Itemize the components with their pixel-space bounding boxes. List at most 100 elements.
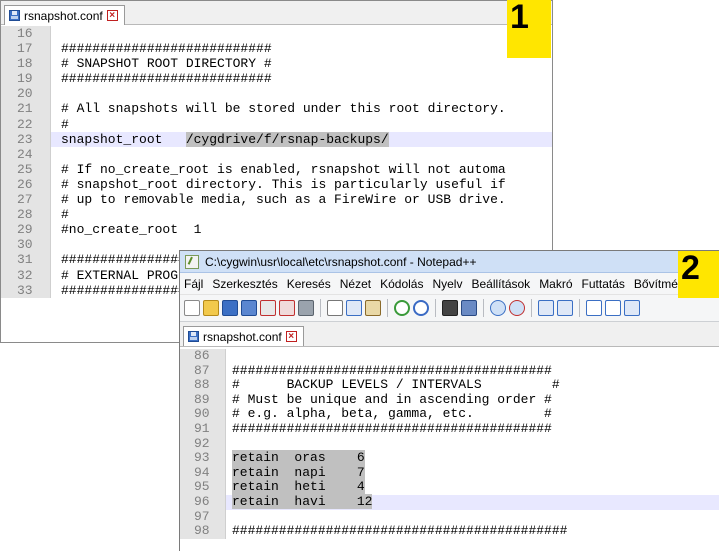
code-line[interactable]: 88 # BACKUP LEVELS / INTERVALS # xyxy=(180,378,719,393)
menu-bar: Fájl Szerkesztés Keresés Nézet Kódolás Nyelv B… xyxy=(180,273,719,295)
line-number: 32 xyxy=(1,267,51,283)
close-icon[interactable] xyxy=(260,300,276,316)
code-line[interactable]: 19 ########################### xyxy=(1,71,552,87)
menu-item[interactable]: Beállítások xyxy=(471,277,530,291)
line-text xyxy=(51,86,552,101)
zoom-in-icon[interactable] xyxy=(490,300,506,316)
save-icon xyxy=(9,10,20,21)
code-line[interactable]: 94 retain napi 7 xyxy=(180,464,719,481)
close-all-icon[interactable] xyxy=(279,300,295,316)
close-tab-icon[interactable]: × xyxy=(285,331,297,342)
menu-item[interactable]: Futtatás xyxy=(582,277,625,291)
line-text: # Must be unique and in ascending order … xyxy=(232,391,552,407)
indent-guide-icon[interactable] xyxy=(624,300,640,316)
menu-item[interactable]: Nézet xyxy=(340,277,371,291)
code-line[interactable]: 27 # up to removable media, such as a Fir… xyxy=(1,192,552,208)
toolbar-separator xyxy=(320,299,321,317)
replace-icon[interactable] xyxy=(461,300,477,316)
menu-item[interactable]: Makró xyxy=(539,277,572,291)
code-line[interactable]: 95 retain heti 4 xyxy=(180,479,719,495)
menu-item[interactable]: Kódolás xyxy=(380,277,423,291)
close-tab-icon[interactable]: × xyxy=(106,10,118,21)
line-number: 21 xyxy=(1,101,51,117)
code-line[interactable]: 28 # xyxy=(1,207,552,223)
tab-label: rsnapshot.conf xyxy=(24,8,103,23)
code-line[interactable]: 26 # snapshot_root directory. This is par… xyxy=(1,176,552,193)
menu-item[interactable]: Fájl xyxy=(184,277,203,291)
line-number: 93 xyxy=(180,451,226,466)
save-all-icon[interactable] xyxy=(241,300,257,316)
toolbar-separator xyxy=(387,299,388,317)
new-file-icon[interactable] xyxy=(184,300,200,316)
code-line[interactable]: 87 ######################################… xyxy=(180,363,719,379)
find-icon[interactable] xyxy=(442,300,458,316)
code-line[interactable]: 97 xyxy=(180,509,719,525)
save-icon[interactable] xyxy=(222,300,238,316)
code-line[interactable]: 90 # e.g. alpha, beta, gamma, etc. # xyxy=(180,407,719,422)
notepadpp-app-icon xyxy=(185,254,199,269)
line-number: 24 xyxy=(1,146,51,162)
line-number: 20 xyxy=(1,86,51,102)
code-line[interactable]: 23 snapshot_root /cygdrive/f/rsnap-backup… xyxy=(1,131,552,147)
line-number: 95 xyxy=(180,480,226,495)
paste-icon[interactable] xyxy=(365,300,381,316)
code-line[interactable]: 86 xyxy=(180,348,719,364)
tab-rsnapshot-conf[interactable]: rsnapshot.conf × xyxy=(4,5,125,25)
line-number: 28 xyxy=(1,207,51,223)
tab-strip: rsnapshot.conf × xyxy=(1,1,552,25)
sync-horizontal-scroll-icon[interactable] xyxy=(557,300,573,316)
line-text: ########################################… xyxy=(232,523,568,539)
word-wrap-icon[interactable] xyxy=(586,300,602,316)
badge-number: 2 xyxy=(681,249,700,287)
line-number: 27 xyxy=(1,192,51,208)
line-text-segment: snapshot_root xyxy=(61,131,186,147)
line-number: 96 xyxy=(180,494,226,510)
copy-icon[interactable] xyxy=(346,300,362,316)
line-number: 33 xyxy=(1,282,51,298)
code-line[interactable]: 18 # SNAPSHOT ROOT DIRECTORY # xyxy=(1,56,552,72)
menu-item[interactable]: Nyelv xyxy=(432,277,462,291)
line-text: # up to removable media, such as a FireW… xyxy=(61,192,506,208)
badge-number: 1 xyxy=(510,0,529,36)
code-line[interactable]: 96 retain havi 12 xyxy=(180,493,719,510)
line-number: 18 xyxy=(1,56,51,72)
toolbar-separator xyxy=(483,299,484,317)
tab-rsnapshot-conf[interactable]: rsnapshot.conf × xyxy=(183,326,304,346)
zoom-out-icon[interactable] xyxy=(509,300,525,316)
code-line[interactable]: 92 xyxy=(180,436,719,452)
open-file-icon[interactable] xyxy=(203,300,219,316)
line-text: #no_create_root 1 xyxy=(61,222,202,238)
title-bar: C:\cygwin\usr\local\etc\rsnapshot.conf -… xyxy=(180,251,719,273)
code-line[interactable]: 25 # If no_create_root is enabled, rsnaps… xyxy=(1,161,552,177)
print-icon[interactable] xyxy=(298,300,314,316)
window-title: C:\cygwin\usr\local\etc\rsnapshot.conf -… xyxy=(205,254,477,269)
sync-vertical-scroll-icon[interactable] xyxy=(538,300,554,316)
show-all-chars-icon[interactable] xyxy=(605,300,621,316)
code-line[interactable]: 21 # All snapshots will be stored under t… xyxy=(1,101,552,117)
code-line[interactable]: 22 # xyxy=(1,116,552,132)
line-number: 17 xyxy=(1,41,51,57)
undo-icon[interactable] xyxy=(394,300,410,316)
redo-icon[interactable] xyxy=(413,300,429,316)
line-text: # BACKUP LEVELS / INTERVALS # xyxy=(232,377,560,393)
line-text: # If no_create_root is enabled, rsnapsho… xyxy=(61,161,506,177)
code-line[interactable]: 20 xyxy=(1,86,552,102)
menu-item[interactable]: Szerkesztés xyxy=(212,277,277,291)
code-line[interactable]: 24 xyxy=(1,146,552,162)
menu-item[interactable]: Keresés xyxy=(287,277,331,291)
code-line[interactable]: 16 xyxy=(1,26,552,42)
cut-icon[interactable] xyxy=(327,300,343,316)
code-line[interactable]: 17 ########################### xyxy=(1,41,552,57)
line-text: # All snapshots will be stored under thi… xyxy=(61,101,506,117)
code-line[interactable]: 91 ######################################… xyxy=(180,420,719,437)
line-text xyxy=(226,510,719,525)
line-text xyxy=(51,26,552,41)
code-line[interactable]: 29 #no_create_root 1 xyxy=(1,222,552,238)
line-text: ########################################… xyxy=(232,420,552,436)
code-line[interactable]: 98 ######################################… xyxy=(180,524,719,539)
code-line[interactable]: 89 # Must be unique and in ascending orde… xyxy=(180,391,719,408)
selected-text: retain napi 7 xyxy=(232,464,365,480)
text-editor[interactable]: 86 87 ####################################… xyxy=(180,348,719,551)
code-line[interactable]: 93 retain oras 6 xyxy=(180,450,719,466)
line-number: 30 xyxy=(1,237,51,253)
